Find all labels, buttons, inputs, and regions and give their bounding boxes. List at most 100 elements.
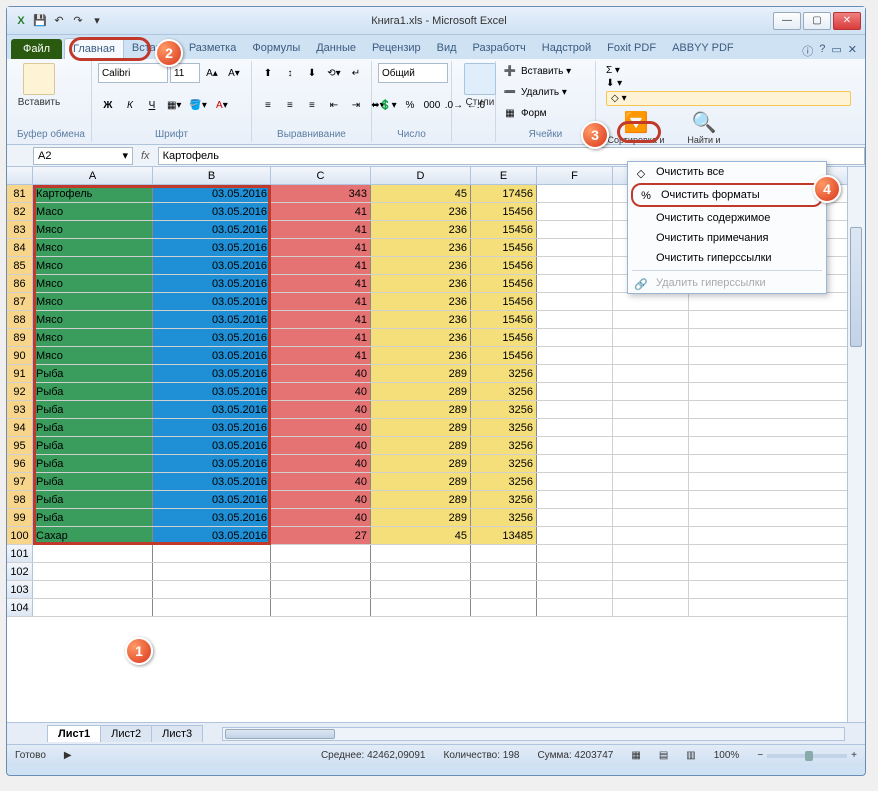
cell[interactable]: 17456 (471, 185, 537, 202)
bold-button[interactable]: Ж (98, 95, 118, 115)
cell[interactable]: 40 (271, 383, 371, 400)
decrease-font-icon[interactable]: A▾ (224, 63, 244, 83)
cell[interactable] (271, 545, 371, 562)
row-header[interactable]: 89 (7, 329, 33, 346)
cell[interactable] (271, 599, 371, 616)
cell[interactable]: Рыба (33, 455, 153, 472)
cell[interactable]: 289 (371, 401, 471, 418)
cell[interactable]: 3256 (471, 419, 537, 436)
file-tab[interactable]: Файл (11, 39, 62, 59)
cell[interactable] (613, 419, 689, 436)
cell[interactable]: 236 (371, 257, 471, 274)
cell[interactable] (537, 347, 613, 364)
tab-надстрой[interactable]: Надстрой (534, 38, 599, 59)
cell[interactable]: 03.05.2016 (153, 275, 271, 292)
cell[interactable] (537, 365, 613, 382)
cell[interactable] (537, 311, 613, 328)
clear-menu-item[interactable]: Очистить примечания (628, 228, 826, 248)
cell[interactable]: Сахар (33, 527, 153, 544)
font-size-select[interactable] (170, 63, 200, 83)
row-header[interactable]: 100 (7, 527, 33, 544)
cell[interactable]: 289 (371, 365, 471, 382)
column-header-D[interactable]: D (371, 167, 471, 184)
row-header[interactable]: 90 (7, 347, 33, 364)
cell[interactable]: 40 (271, 491, 371, 508)
row-header[interactable]: 99 (7, 509, 33, 526)
row-header[interactable]: 92 (7, 383, 33, 400)
align-middle-icon[interactable]: ↕ (280, 63, 300, 83)
format-cells-button[interactable]: ▦Форм (502, 106, 589, 122)
tab-формулы[interactable]: Формулы (244, 38, 308, 59)
cell[interactable]: Рыба (33, 473, 153, 490)
cell[interactable]: 236 (371, 329, 471, 346)
number-format-select[interactable] (378, 63, 448, 83)
cell[interactable] (371, 599, 471, 616)
cell[interactable]: 03.05.2016 (153, 185, 271, 202)
cell[interactable] (537, 257, 613, 274)
cell[interactable]: Рыба (33, 365, 153, 382)
underline-button[interactable]: Ч (142, 95, 162, 115)
table-row[interactable]: 102 (7, 563, 865, 581)
cell[interactable]: 3256 (471, 401, 537, 418)
paste-button[interactable]: Вставить (17, 63, 61, 108)
cell[interactable]: 289 (371, 473, 471, 490)
row-header[interactable]: 97 (7, 473, 33, 490)
cell[interactable]: 15456 (471, 221, 537, 238)
cell[interactable] (471, 563, 537, 580)
cell[interactable]: Мясо (33, 221, 153, 238)
column-header-C[interactable]: C (271, 167, 371, 184)
cell[interactable]: Мясо (33, 275, 153, 292)
cell[interactable] (613, 545, 689, 562)
cell[interactable]: 236 (371, 221, 471, 238)
cell[interactable]: 3256 (471, 437, 537, 454)
row-header[interactable]: 96 (7, 455, 33, 472)
cell[interactable]: Мясо (33, 293, 153, 310)
cell[interactable]: 41 (271, 257, 371, 274)
cell[interactable]: Рыба (33, 437, 153, 454)
cell[interactable]: 03.05.2016 (153, 455, 271, 472)
cell[interactable] (537, 275, 613, 292)
cell[interactable]: 3256 (471, 473, 537, 490)
fill-color-icon[interactable]: 🪣▾ (186, 95, 209, 115)
cell[interactable]: Картофель (33, 185, 153, 202)
cell[interactable] (613, 401, 689, 418)
cell[interactable] (153, 599, 271, 616)
tab-abbyy pdf[interactable]: ABBYY PDF (664, 38, 742, 59)
cell[interactable] (537, 563, 613, 580)
cell[interactable] (613, 293, 689, 310)
cell[interactable] (537, 437, 613, 454)
table-row[interactable]: 99Рыба03.05.2016402893256 (7, 509, 865, 527)
cell[interactable]: 03.05.2016 (153, 419, 271, 436)
table-row[interactable]: 95Рыба03.05.2016402893256 (7, 437, 865, 455)
cell[interactable]: 343 (271, 185, 371, 202)
italic-button[interactable]: К (120, 95, 140, 115)
cell[interactable] (613, 581, 689, 598)
cell[interactable]: 41 (271, 239, 371, 256)
maximize-button[interactable]: ▢ (803, 12, 831, 30)
cell[interactable]: 40 (271, 437, 371, 454)
clear-menu-item[interactable]: Очистить гиперссылки (628, 248, 826, 268)
tab-разработч[interactable]: Разработч (465, 38, 534, 59)
cell[interactable] (33, 599, 153, 616)
align-bottom-icon[interactable]: ⬇ (302, 63, 322, 83)
cell[interactable] (33, 545, 153, 562)
cell[interactable]: 03.05.2016 (153, 473, 271, 490)
cell[interactable]: 03.05.2016 (153, 221, 271, 238)
cell[interactable] (33, 581, 153, 598)
cell[interactable]: Мясо (33, 239, 153, 256)
column-header-F[interactable]: F (537, 167, 613, 184)
row-header[interactable]: 98 (7, 491, 33, 508)
cell[interactable] (537, 401, 613, 418)
cell[interactable]: 03.05.2016 (153, 527, 271, 544)
cell[interactable]: 289 (371, 491, 471, 508)
cell[interactable]: 03.05.2016 (153, 401, 271, 418)
workbook-close-icon[interactable]: ✕ (848, 43, 857, 59)
cell[interactable]: 236 (371, 293, 471, 310)
cell[interactable]: 45 (371, 185, 471, 202)
cell[interactable]: 41 (271, 329, 371, 346)
cell[interactable]: 40 (271, 419, 371, 436)
cell[interactable] (537, 203, 613, 220)
cell[interactable]: 289 (371, 437, 471, 454)
close-button[interactable]: ✕ (833, 12, 861, 30)
tab-данные[interactable]: Данные (308, 38, 364, 59)
